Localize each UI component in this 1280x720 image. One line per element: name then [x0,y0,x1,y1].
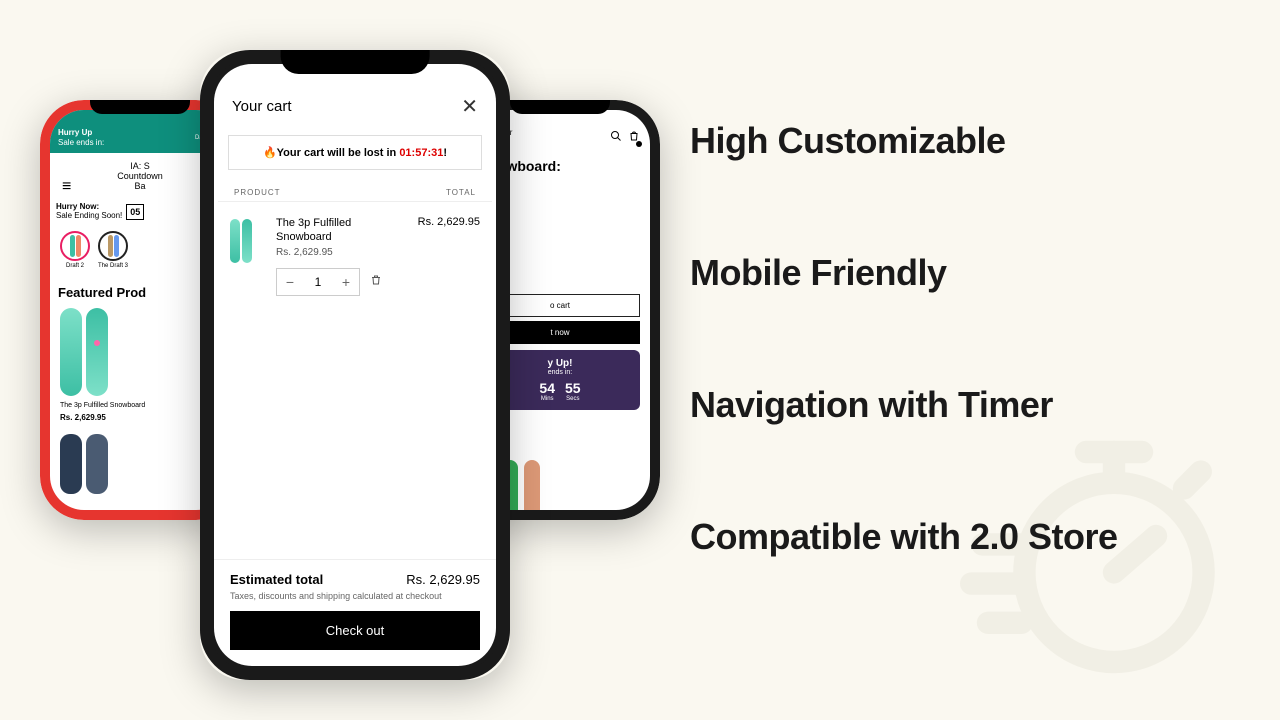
menu-icon[interactable]: ≡ [62,178,71,196]
close-icon[interactable]: ✕ [461,94,478,119]
banner-title: Hurry Up [58,128,104,138]
item-name: The 3p Fulfilled Snowboard [276,216,406,245]
phone-mockups: Hurry Up Sale ends in: Days Hrs ≡ IA: S … [40,40,660,680]
cart-title: Your cart [232,98,291,115]
item-line-price: Rs. 2,629.95 [418,216,480,296]
qty-decrease-button[interactable]: − [277,269,303,295]
feature-item: High Customizable [690,120,1118,162]
estimated-total-label: Estimated total [230,572,323,587]
search-icon[interactable] [610,130,622,145]
estimated-total-value: Rs. 2,629.95 [406,572,480,587]
banner-sub: Sale ends in: [58,138,104,148]
product-thumbnail [230,216,264,266]
cart-alert: 🔥Your cart will be lost in 01:57:31! [228,135,482,170]
draft-circle[interactable] [98,231,128,261]
fire-icon: 🔥 [263,147,277,159]
cart-item: The 3p Fulfilled Snowboard Rs. 2,629.95 … [214,202,496,310]
item-unit-price: Rs. 2,629.95 [276,247,406,258]
checkout-button[interactable]: Check out [230,611,480,650]
qty-increase-button[interactable]: + [333,269,359,295]
feature-list: High Customizable Mobile Friendly Naviga… [690,120,1118,558]
tax-note: Taxes, discounts and shipping calculated… [230,591,480,601]
feature-item: Mobile Friendly [690,252,1118,294]
cart-icon[interactable] [628,130,640,145]
quantity-stepper[interactable]: − 1 + [276,268,360,296]
feature-item: Navigation with Timer [690,384,1118,426]
remove-item-button[interactable] [370,273,382,290]
phone-center: Your cart ✕ 🔥Your cart will be lost in 0… [200,50,510,680]
cart-columns: PRODUCT TOTAL [218,178,492,202]
qty-value: 1 [303,275,333,289]
draft-circle[interactable] [60,231,90,261]
feature-item: Compatible with 2.0 Store [690,516,1118,558]
